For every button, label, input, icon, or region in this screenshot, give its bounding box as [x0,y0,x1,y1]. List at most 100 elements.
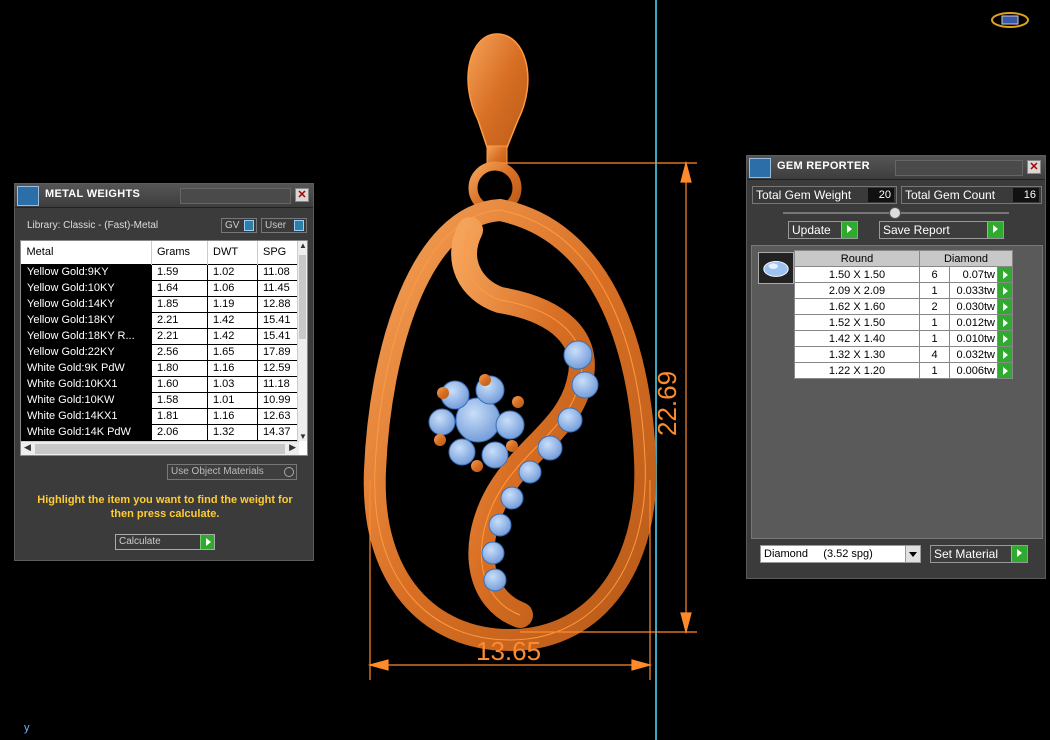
close-icon[interactable]: ✕ [295,188,309,202]
col-spg[interactable]: SPG [257,241,301,264]
metal-value: 10.99 [257,391,301,409]
go-arrow-icon[interactable] [200,535,214,549]
metal-value: 1.03 [207,375,258,393]
title-bar-fill [895,160,1023,176]
gem-count: 1 [919,314,950,331]
user-toggle[interactable]: User [261,218,307,233]
scroll-down-icon[interactable]: ▼ [298,432,307,441]
col-grams[interactable]: Grams [151,241,208,264]
material-select[interactable]: Diamond (3.52 spg) [760,545,921,563]
gem-size: 1.42 X 1.40 [794,330,920,347]
gem-count: 1 [919,362,950,379]
height-dimension-label: 22.69 [652,370,682,436]
gem-reporter-panel: GEM REPORTER ✕ Total Gem Weight 20 Total… [746,155,1046,579]
metal-name: Yellow Gold:14KY [21,295,152,313]
total-gem-count: Total Gem Count 16 [901,186,1042,204]
table-row[interactable]: White Gold:9K PdW 1.80 1.16 12.59 [21,359,301,377]
table-row[interactable]: Yellow Gold:18KY R... 2.21 1.42 15.41 [21,327,301,345]
gem-row[interactable]: 1.42 X 1.40 1 0.010tw [794,330,1013,347]
gem-reporter-titlebar[interactable]: GEM REPORTER ✕ [747,156,1045,180]
select-gem-arrow-icon[interactable] [997,298,1013,315]
gem-size: 1.52 X 1.50 [794,314,920,331]
metal-name: White Gold:10KX1 [21,375,152,393]
gem-weight: 0.006tw [949,362,998,379]
select-gem-arrow-icon[interactable] [997,330,1013,347]
width-dimension-label: 13.65 [476,636,542,666]
table-row[interactable]: Yellow Gold:14KY 1.85 1.19 12.88 [21,295,301,313]
total-gem-count-value: 16 [1013,188,1039,202]
horizontal-scrollbar[interactable]: ◀ ▶ [21,441,299,455]
table-row[interactable]: Yellow Gold:22KY 2.56 1.65 17.89 [21,343,301,361]
metal-value: 1.16 [207,359,258,377]
table-row[interactable]: Yellow Gold:9KY 1.59 1.02 11.08 [21,263,301,281]
gem-row[interactable]: 1.62 X 1.60 2 0.030tw [794,298,1013,315]
table-row[interactable]: Yellow Gold:10KY 1.64 1.06 11.45 [21,279,301,297]
scroll-right-icon[interactable]: ▶ [289,442,296,453]
table-row[interactable]: White Gold:14K PdW 2.06 1.32 14.37 [21,423,301,441]
view-navigator-icon[interactable] [990,10,1030,30]
table-row[interactable]: White Gold:10KW 1.58 1.01 10.99 [21,391,301,409]
metal-value: 1.64 [151,279,208,297]
gem-reporter-title: GEM REPORTER [777,160,870,172]
close-icon[interactable]: ✕ [1027,160,1041,174]
instructions-text: Highlight the item you want to find the … [37,494,293,520]
table-row[interactable]: Yellow Gold:18KY 2.21 1.42 15.41 [21,311,301,329]
slider-knob[interactable] [889,207,901,219]
select-gem-arrow-icon[interactable] [997,266,1013,283]
title-bar-fill [180,188,291,204]
gem-weight: 0.010tw [949,330,998,347]
metal-value: 14.37 [257,423,301,441]
chevron-down-icon[interactable] [905,546,920,562]
gem-weight: 0.012tw [949,314,998,331]
metal-name: Yellow Gold:9KY [21,263,152,281]
metal-name: White Gold:14K PdW [21,423,152,441]
gem-slider[interactable] [783,207,1009,219]
calculate-button[interactable]: Calculate [115,534,215,550]
diamond-thumbnail-icon[interactable] [758,252,794,284]
table-row[interactable]: White Gold:14KX1 1.81 1.16 12.63 [21,407,301,425]
gem-weight: 0.030tw [949,298,998,315]
gem-row[interactable]: 1.32 X 1.30 4 0.032tw [794,346,1013,363]
gem-row[interactable]: 2.09 X 2.09 1 0.033tw [794,282,1013,299]
bail [467,33,529,151]
metal-value: 15.41 [257,327,301,345]
metal-weights-titlebar[interactable]: METAL WEIGHTS ✕ [15,184,313,208]
col-dwt[interactable]: DWT [207,241,258,264]
save-report-button[interactable]: Save Report [879,221,1004,239]
select-gem-arrow-icon[interactable] [997,282,1013,299]
set-material-button[interactable]: Set Material [930,545,1028,563]
metal-value: 1.58 [151,391,208,409]
table-row[interactable]: White Gold:10KX1 1.60 1.03 11.18 [21,375,301,393]
metal-value: 1.42 [207,311,258,329]
update-button[interactable]: Update [788,221,858,239]
metal-table[interactable]: Metal Grams DWT SPG Yellow Gold:9KY 1.59 1… [20,240,308,456]
metal-value: 1.32 [207,423,258,441]
go-arrow-icon[interactable] [841,222,857,238]
col-metal[interactable]: Metal [21,241,152,264]
metal-value: 1.16 [207,407,258,425]
axis-marker: y [24,722,30,734]
metal-value: 2.21 [151,327,208,345]
gem-row[interactable]: 1.22 X 1.20 1 0.006tw [794,362,1013,379]
library-label: Library: Classic - (Fast)-Metal [27,220,159,231]
go-arrow-icon[interactable] [1011,546,1027,562]
gem-row[interactable]: 1.52 X 1.50 1 0.012tw [794,314,1013,331]
gem-row[interactable]: 1.50 X 1.50 6 0.07tw [794,266,1013,283]
select-gem-arrow-icon[interactable] [997,362,1013,379]
vertical-scrollbar[interactable]: ▲ ▼ [297,241,307,441]
metal-value: 1.42 [207,327,258,345]
metal-value: 11.08 [257,263,301,281]
select-gem-arrow-icon[interactable] [997,346,1013,363]
scroll-left-icon[interactable]: ◀ [24,442,31,453]
use-object-materials-option[interactable]: Use Object Materials [167,464,297,480]
radio-icon[interactable] [284,467,294,477]
scroll-thumb-h[interactable] [35,444,285,454]
gem-size: 2.09 X 2.09 [794,282,920,299]
select-gem-arrow-icon[interactable] [997,314,1013,331]
metal-value: 1.59 [151,263,208,281]
scroll-up-icon[interactable]: ▲ [298,241,307,250]
gv-toggle[interactable]: GV [221,218,257,233]
metal-value: 2.06 [151,423,208,441]
go-arrow-icon[interactable] [987,222,1003,238]
scroll-thumb[interactable] [299,255,306,339]
